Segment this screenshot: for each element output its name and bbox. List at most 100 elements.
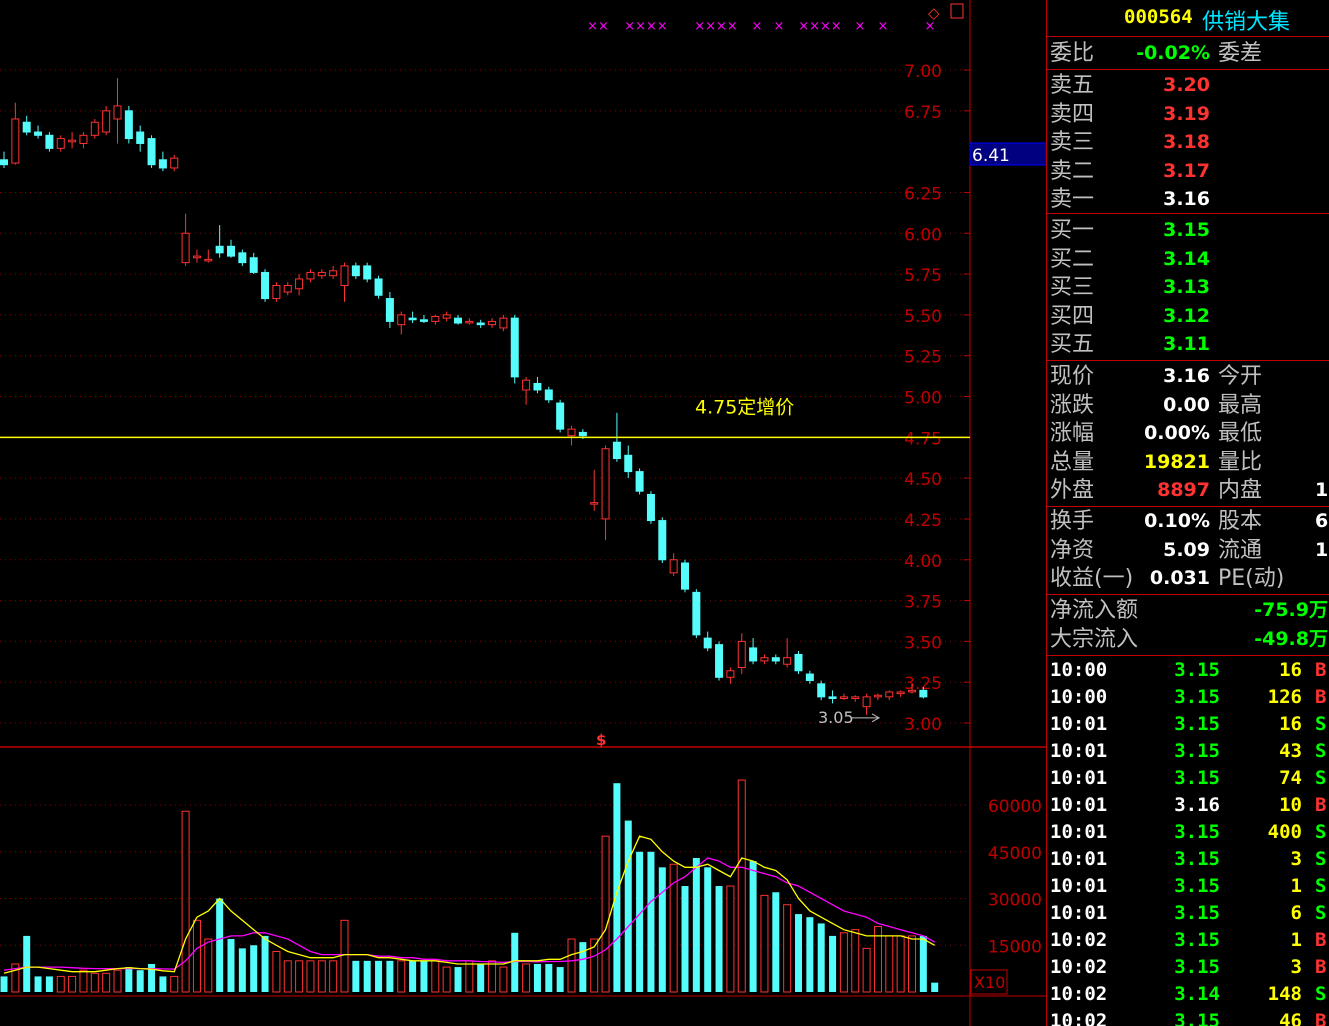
volume-bar	[192, 919, 201, 993]
candle-body	[192, 255, 201, 259]
volume-bar	[181, 810, 190, 993]
trade-tick-price: 3.14	[1174, 983, 1220, 1005]
ask-row: 卖二 3.17	[1047, 157, 1329, 186]
candle-body	[896, 691, 905, 695]
price-tick-label: 4.00	[904, 552, 942, 572]
candle-body	[272, 284, 281, 300]
candle-body	[158, 159, 167, 169]
stock-code: 000564	[1124, 6, 1193, 28]
volume-bar	[658, 867, 666, 992]
candle-body	[578, 431, 587, 437]
reference-line-label: 4.75定增价	[695, 396, 794, 418]
bid-row-label: 买二	[1050, 246, 1095, 272]
volume-bar	[442, 966, 451, 993]
weibi-row-label2: 委差	[1218, 41, 1263, 66]
flow-row-label: 大宗流入	[1050, 627, 1139, 652]
trade-tick-row: 10:02 3.15 46 B	[1047, 1008, 1329, 1026]
bid-row-label: 买一	[1050, 218, 1095, 243]
trade-tick-side: B	[1315, 686, 1327, 708]
ask-row-label: 卖三	[1050, 130, 1095, 155]
current-price-tag: 6.41	[972, 146, 1010, 166]
ask-row-label: 卖一	[1050, 187, 1095, 212]
trade-tick-volume: 43	[1279, 740, 1302, 762]
candle-body	[465, 320, 474, 324]
candle-body	[317, 271, 326, 277]
trade-tick-side: S	[1315, 848, 1327, 870]
trade-tick-row: 10:01 3.15 6 S	[1047, 900, 1329, 927]
candle-body	[374, 278, 383, 296]
trade-tick-volume: 1	[1290, 929, 1302, 951]
volume-bar	[839, 932, 848, 993]
candle-body	[34, 131, 43, 136]
volume-bar	[862, 947, 871, 993]
trade-tick-row: 10:01 3.15 3 S	[1047, 846, 1329, 873]
flow-row-value: -49.8万	[1254, 628, 1328, 650]
price-tick-label: 5.50	[904, 307, 942, 327]
weibi-row: 委比 -0.02% 委差	[1047, 39, 1329, 68]
fund-row-label2: 流通	[1218, 537, 1263, 563]
volume-bar	[567, 938, 576, 993]
quote-row: 现价 3.16 今开	[1047, 362, 1329, 391]
trade-tick-side: S	[1315, 767, 1327, 789]
volume-bar	[90, 972, 99, 993]
price-tick-label: 6.75	[904, 103, 942, 123]
quote-row-value: 0.00	[1163, 393, 1210, 416]
trade-tick-row: 10:01 3.15 16 S	[1047, 711, 1329, 738]
volume-bar	[136, 970, 144, 992]
candle-body	[533, 382, 542, 391]
candle-body	[351, 265, 360, 277]
candle-body	[590, 502, 599, 505]
ask-row: 卖五 3.20	[1047, 71, 1329, 100]
kline-chart-area[interactable]: 7.00 6.75 6.25 6.00 5.75 5.50 5.25 5.00 4.75 4.50…	[0, 0, 1046, 1026]
bid-row-label: 买五	[1050, 332, 1095, 357]
flow-row-value: -75.9万	[1254, 599, 1328, 621]
bid-row-label: 买四	[1050, 303, 1095, 329]
price-tick-label: 3.75	[904, 593, 942, 613]
trade-tick-time: 10:02	[1050, 956, 1108, 978]
candle-body	[556, 402, 565, 430]
candle-body	[419, 319, 428, 322]
price-tick-label: 3.00	[904, 715, 942, 735]
trade-tick-time: 10:00	[1050, 686, 1108, 708]
volume-bar	[908, 935, 916, 993]
volume-bar	[931, 982, 939, 992]
volume-bar	[375, 960, 383, 992]
candle-body	[499, 317, 508, 329]
fund-row-value: 5.09	[1163, 538, 1210, 561]
volume-bar	[896, 935, 905, 993]
candle-body	[431, 316, 440, 322]
candle-body	[397, 314, 406, 326]
trade-tick-row: 10:01 3.16 10 B	[1047, 792, 1329, 819]
trade-tick-side: S	[1315, 983, 1327, 1005]
volume-bar	[113, 969, 122, 993]
top-marker: ××××	[694, 19, 738, 34]
candle-body	[817, 683, 826, 698]
candle-body	[783, 657, 792, 665]
volume-bar	[34, 976, 42, 992]
volume-bar	[261, 935, 269, 992]
ask-row-value: 3.16	[1163, 188, 1210, 210]
fund-row-label: 换手	[1050, 509, 1095, 534]
quote-row-label2: 量比	[1218, 449, 1263, 475]
kline-chart[interactable]: 7.00 6.75 6.25 6.00 5.75 5.50 5.25 5.00 4.75 4.50…	[0, 0, 1046, 1026]
candle-body	[681, 562, 689, 590]
candle-body	[567, 428, 576, 437]
fund-row-value2: 1	[1315, 538, 1329, 561]
top-marker: ××××	[624, 19, 668, 34]
candle-body	[385, 298, 394, 322]
trade-tick-time: 10:01	[1050, 740, 1108, 762]
price-tick-label: 3.50	[904, 633, 942, 653]
bid-row-value: 3.13	[1163, 276, 1210, 298]
volume-bar	[601, 835, 610, 993]
candle-body	[90, 121, 99, 136]
candle-body	[862, 696, 871, 708]
quote-row-value: 8897	[1157, 479, 1210, 501]
candle-body	[238, 252, 247, 264]
trade-tick-volume: 400	[1267, 821, 1302, 843]
volume-bar	[829, 935, 837, 992]
volume-unit: X10	[974, 973, 1005, 992]
candle-body	[295, 278, 304, 290]
candle-body	[215, 245, 224, 254]
volume-bar	[704, 867, 712, 992]
trade-tick-time: 10:01	[1050, 713, 1108, 735]
